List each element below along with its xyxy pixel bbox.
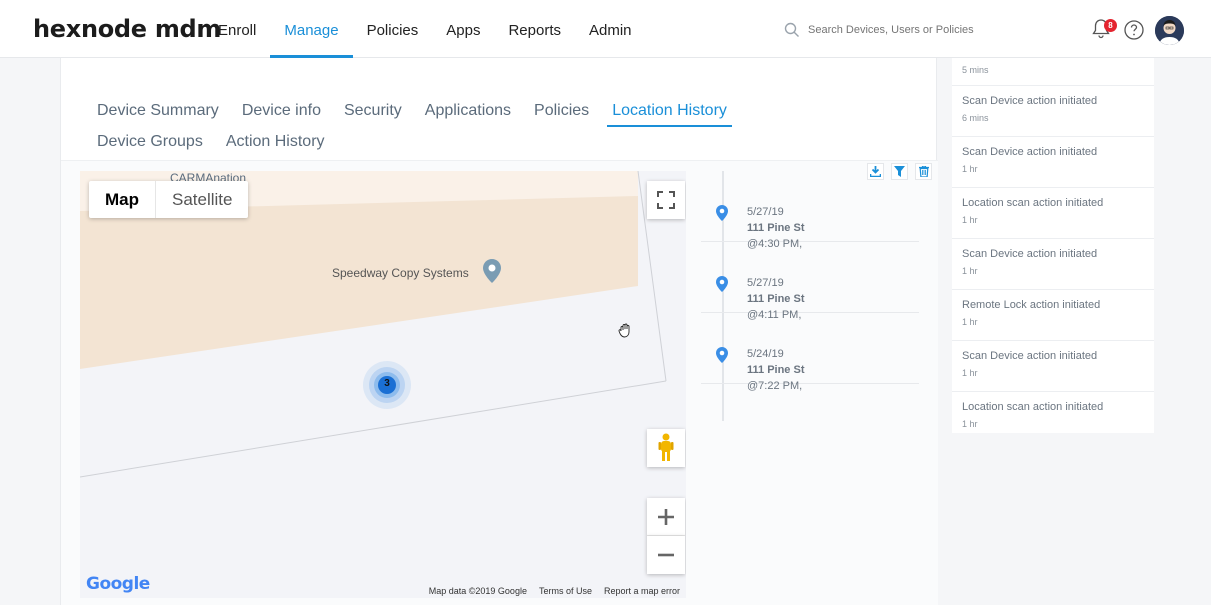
device-subtabs: Device Summary Device info Security Appl…: [97, 98, 877, 160]
action-time: 6 mins: [962, 113, 989, 123]
nav-manage[interactable]: Manage: [270, 0, 353, 58]
tab-device-summary[interactable]: Device Summary: [97, 98, 219, 129]
action-time: 1 hr: [962, 215, 978, 225]
entry-address: 111 Pine St: [747, 293, 805, 305]
action-title: Scan Device action initiated: [962, 95, 1098, 107]
location-history-panel: CARMAnation Speedway Copy Systems 3 Map …: [61, 160, 938, 605]
global-search: [784, 22, 998, 38]
search-icon: [784, 22, 799, 37]
action-time: 1 hr: [962, 164, 978, 174]
map-type-switcher: Map Satellite: [89, 181, 249, 218]
notification-badge: 8: [1104, 19, 1117, 32]
zoom-in-icon: [658, 508, 674, 525]
timeline-entry[interactable]: 5/24/19 111 Pine St @7:22 PM,: [701, 313, 919, 392]
timeline-entry[interactable]: 5/27/19 111 Pine St @4:11 PM,: [701, 242, 919, 321]
zoom-in-button[interactable]: [647, 498, 685, 536]
map-attribution: Map data ©2019 Google Terms of Use Repor…: [429, 586, 680, 596]
action-title: Location scan action initiated: [962, 401, 1104, 413]
fullscreen-button[interactable]: [647, 181, 685, 219]
recent-actions-panel: 5 mins Scan Device action initiated 6 mi…: [952, 58, 1154, 433]
map-pin-icon: [716, 276, 728, 292]
action-item[interactable]: Scan Device action initiated 1 hr: [952, 341, 1154, 392]
help-icon: [1124, 20, 1144, 40]
nav-reports[interactable]: Reports: [494, 0, 575, 58]
action-time: 1 hr: [962, 419, 978, 429]
map-pin-icon: [716, 347, 728, 363]
main-nav: Enroll Manage Policies Apps Reports Admi…: [204, 0, 646, 58]
action-title: Location scan action initiated: [962, 197, 1104, 209]
action-item[interactable]: Scan Device action initiated 6 mins: [952, 86, 1154, 137]
action-title: Scan Device action initiated: [962, 248, 1098, 260]
place-label[interactable]: Speedway Copy Systems: [332, 266, 469, 280]
hand-cursor-icon: [618, 323, 630, 338]
terms-of-use-link[interactable]: Terms of Use: [539, 586, 592, 596]
action-time: 5 mins: [962, 65, 989, 75]
action-title: Remote Lock action initiated: [962, 299, 1101, 311]
entry-time: @7:22 PM,: [747, 380, 803, 392]
nav-policies[interactable]: Policies: [353, 0, 433, 58]
zoom-out-button[interactable]: [647, 536, 685, 574]
entry-date: 5/24/19: [747, 348, 784, 360]
entry-date: 5/27/19: [747, 206, 784, 218]
action-item[interactable]: Location scan action initiated 1 hr: [952, 188, 1154, 239]
map-type-map[interactable]: Map: [89, 181, 156, 218]
map-pin-icon: [716, 205, 728, 221]
timeline-entry[interactable]: 5/27/19 111 Pine St @4:30 PM,: [701, 171, 919, 250]
pegman-icon: [658, 433, 674, 461]
help-button[interactable]: [1124, 20, 1144, 45]
nav-admin[interactable]: Admin: [575, 0, 646, 58]
action-time: 1 hr: [962, 368, 978, 378]
cluster-count: 3: [384, 378, 390, 389]
map-data-credit: Map data ©2019 Google: [428, 586, 527, 596]
tab-security[interactable]: Security: [344, 98, 402, 129]
action-title: Scan Device action initiated: [962, 350, 1098, 362]
fullscreen-icon: [657, 191, 675, 209]
street-view-button[interactable]: [647, 429, 685, 467]
action-item[interactable]: Scan Device action initiated 1 hr: [952, 239, 1154, 290]
entry-date: 5/27/19: [747, 277, 784, 289]
report-map-error-link[interactable]: Report a map error: [604, 586, 680, 596]
map-type-satellite[interactable]: Satellite: [156, 181, 248, 218]
place-marker-icon[interactable]: [483, 259, 501, 283]
zoom-out-icon: [658, 553, 674, 557]
action-time: 1 hr: [962, 266, 978, 276]
action-item[interactable]: Location scan action initiated 1 hr: [952, 392, 1154, 429]
tab-device-info[interactable]: Device info: [242, 98, 321, 129]
entry-address: 111 Pine St: [747, 222, 805, 234]
action-item[interactable]: 5 mins: [952, 58, 1154, 86]
action-title: Scan Device action initiated: [962, 146, 1098, 158]
nav-apps[interactable]: Apps: [432, 0, 494, 58]
tab-action-history[interactable]: Action History: [226, 129, 325, 160]
top-navigation-bar: hexnode mdm Enroll Manage Policies Apps …: [0, 0, 1211, 58]
user-avatar[interactable]: [1155, 16, 1184, 45]
entry-address: 111 Pine St: [747, 364, 805, 376]
action-item[interactable]: Remote Lock action initiated 1 hr: [952, 290, 1154, 341]
hexnode-logo[interactable]: hexnode mdm: [33, 15, 221, 43]
tab-applications[interactable]: Applications: [425, 98, 511, 129]
trash-icon: [918, 166, 929, 177]
nav-enroll[interactable]: Enroll: [204, 0, 270, 58]
google-logo: Google: [86, 574, 150, 594]
location-map[interactable]: CARMAnation Speedway Copy Systems 3 Map …: [80, 171, 686, 598]
tab-policies[interactable]: Policies: [534, 98, 589, 129]
tab-location-history[interactable]: Location History: [607, 98, 732, 129]
tab-device-groups[interactable]: Device Groups: [97, 129, 203, 160]
action-item[interactable]: Scan Device action initiated 1 hr: [952, 137, 1154, 188]
device-details-card: Device Summary Device info Security Appl…: [60, 58, 938, 605]
action-time: 1 hr: [962, 317, 978, 327]
search-input[interactable]: [808, 24, 998, 36]
